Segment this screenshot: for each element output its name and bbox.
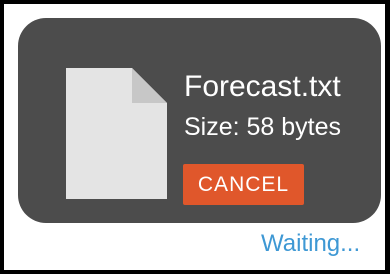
document-icon	[66, 68, 167, 199]
file-name: Forecast.txt	[184, 70, 341, 103]
cancel-button[interactable]: CANCEL	[183, 164, 304, 205]
screen: Forecast.txt Size: 58 bytes CANCEL Waiti…	[4, 4, 385, 270]
file-transfer-card: Forecast.txt Size: 58 bytes CANCEL	[18, 18, 381, 223]
file-size: Size: 58 bytes	[184, 113, 342, 141]
status-text: Waiting...	[261, 230, 361, 257]
